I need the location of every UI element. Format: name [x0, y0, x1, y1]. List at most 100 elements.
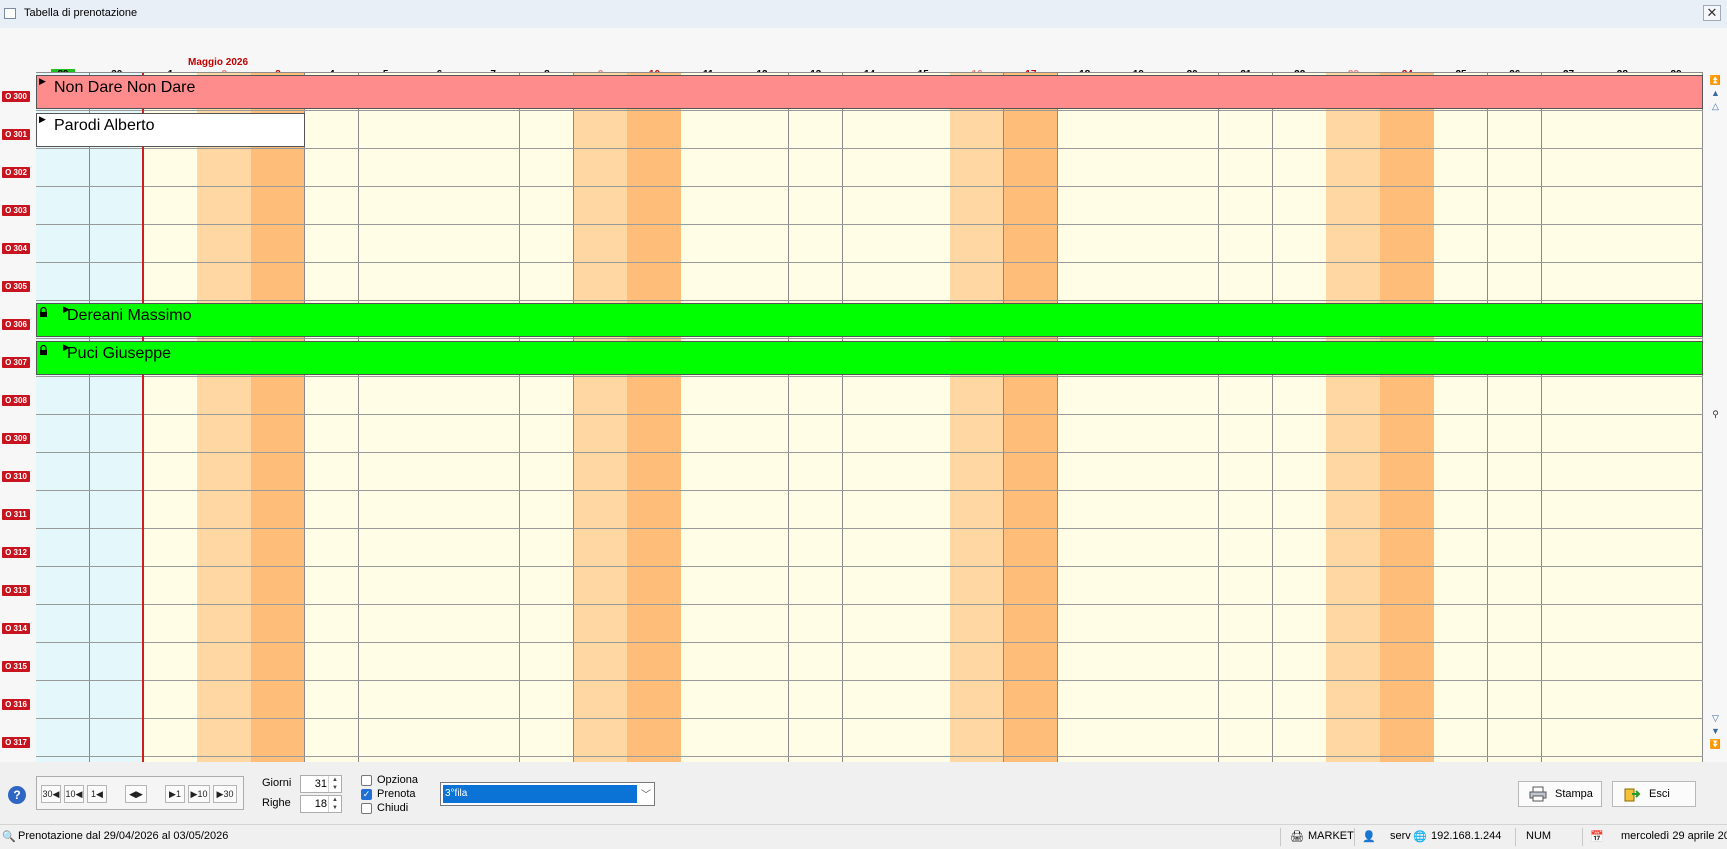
chiudi-label: Chiudi	[377, 802, 409, 814]
opziona-label: Opziona	[377, 774, 418, 786]
day-column[interactable]	[1595, 73, 1650, 762]
day-column[interactable]	[358, 73, 413, 762]
print-button[interactable]: Stampa	[1518, 781, 1602, 807]
day-column[interactable]	[1165, 73, 1220, 762]
row-filter-select[interactable]: 3°fila ﹀	[440, 782, 655, 806]
stepper-arrows-icon[interactable]: ▲ ▼	[328, 796, 341, 812]
help-icon[interactable]: ?	[8, 786, 26, 804]
back-10-days-button[interactable]: 10◀	[64, 785, 84, 803]
day-column[interactable]	[1326, 73, 1381, 762]
center-today-button[interactable]: ◀▶	[125, 785, 147, 803]
day-column[interactable]	[1380, 73, 1435, 762]
date-text: mercoledì 29 aprile 20	[1621, 830, 1727, 842]
room-label[interactable]: O 304	[2, 243, 30, 254]
status-separator	[1354, 828, 1355, 846]
day-column[interactable]	[681, 73, 736, 762]
forward-10-days-button[interactable]: ▶10	[188, 785, 210, 803]
room-label[interactable]: O 315	[2, 661, 30, 672]
forward-1-day-button[interactable]: ▶1	[165, 785, 185, 803]
status-separator	[1582, 828, 1583, 846]
day-column[interactable]	[627, 73, 682, 762]
chevron-down-icon[interactable]: ﹀	[641, 786, 651, 801]
day-column[interactable]	[896, 73, 951, 762]
scroll-top-icon[interactable]: ⏫	[1709, 74, 1722, 86]
room-label[interactable]: O 313	[2, 585, 30, 596]
day-column[interactable]	[466, 73, 521, 762]
forward-30-days-button[interactable]: ▶30	[213, 785, 237, 803]
day-column[interactable]	[1541, 73, 1596, 762]
current-date-line	[142, 73, 144, 762]
room-label[interactable]: O 300	[2, 91, 30, 102]
booking-bar[interactable]: ▶ Puci Giuseppe	[36, 341, 1703, 375]
booking-bar[interactable]: ▶ Parodi Alberto	[36, 113, 305, 147]
room-label[interactable]: O 314	[2, 623, 30, 634]
room-label[interactable]: O 303	[2, 205, 30, 216]
room-label[interactable]: O 311	[2, 509, 30, 520]
row-divider	[36, 110, 1703, 111]
day-column[interactable]	[1272, 73, 1327, 762]
day-column[interactable]	[519, 73, 575, 762]
day-column[interactable]	[1111, 73, 1166, 762]
day-column[interactable]	[143, 73, 198, 762]
window-title: Tabella di prenotazione	[24, 7, 138, 19]
day-column[interactable]	[842, 73, 897, 762]
room-label[interactable]: O 308	[2, 395, 30, 406]
day-column[interactable]	[197, 73, 252, 762]
giorni-stepper[interactable]: 31 ▲ ▼	[300, 775, 342, 793]
stepper-arrows-icon[interactable]: ▲ ▼	[328, 776, 341, 792]
day-column[interactable]	[304, 73, 360, 762]
righe-label: Righe	[262, 797, 291, 809]
scroll-page-down-icon[interactable]: ▼	[1709, 725, 1722, 737]
righe-stepper[interactable]: 18 ▲ ▼	[300, 795, 342, 813]
room-label[interactable]: O 302	[2, 167, 30, 178]
day-column[interactable]	[788, 73, 844, 762]
day-column[interactable]	[735, 73, 790, 762]
scroll-down-icon[interactable]: ▽	[1709, 712, 1722, 724]
opziona-checkbox[interactable]	[361, 775, 372, 786]
day-column[interactable]	[573, 73, 628, 762]
day-column[interactable]	[1218, 73, 1274, 762]
room-label[interactable]: O 305	[2, 281, 30, 292]
room-label[interactable]: O 306	[2, 319, 30, 330]
day-column[interactable]	[1434, 73, 1489, 762]
room-label[interactable]: O 317	[2, 737, 30, 748]
scroll-page-up-icon[interactable]: ▲	[1709, 87, 1722, 99]
scroll-bottom-icon[interactable]: ⏬	[1709, 738, 1722, 750]
room-label[interactable]: O 310	[2, 471, 30, 482]
binoculars-icon[interactable]: ⚲	[1709, 408, 1722, 420]
booking-bar[interactable]: ▶ Dereani Massimo	[36, 303, 1703, 337]
exit-icon	[1624, 788, 1641, 802]
day-column[interactable]	[412, 73, 467, 762]
user-icon: 👤	[1362, 831, 1376, 843]
booking-grid[interactable]: ▶ Non Dare Non Dare ▶ Parodi Alberto ▶ Derean…	[36, 72, 1703, 762]
day-column[interactable]	[950, 73, 1005, 762]
back-1-day-button[interactable]: 1◀	[87, 785, 107, 803]
day-column[interactable]	[36, 73, 91, 762]
room-label[interactable]: O 309	[2, 433, 30, 444]
status-separator	[1280, 828, 1281, 846]
prenota-checkbox[interactable]: ✓	[361, 789, 372, 800]
room-label[interactable]: O 307	[2, 357, 30, 368]
window-icon	[4, 8, 16, 19]
day-column[interactable]	[1057, 73, 1112, 762]
guest-name: Parodi Alberto	[54, 117, 155, 134]
close-button[interactable]: ✕	[1703, 5, 1721, 21]
day-column[interactable]	[1649, 73, 1703, 762]
room-label[interactable]: O 316	[2, 699, 30, 710]
calendar-icon: 📅	[1590, 831, 1604, 843]
exit-button[interactable]: Esci	[1612, 781, 1696, 807]
day-column[interactable]	[251, 73, 306, 762]
back-30-days-button[interactable]: 30◀	[41, 785, 61, 803]
row-divider	[36, 414, 1703, 415]
room-label[interactable]: O 312	[2, 547, 30, 558]
bottom-toolbar: ? 30◀ 10◀ 1◀ ◀▶ ▶1 ▶10 ▶30 Giorni 31 ▲ ▼ …	[0, 762, 1727, 824]
status-info-icon: 🔍	[2, 831, 16, 843]
scroll-up-icon[interactable]: △	[1709, 100, 1722, 112]
day-column[interactable]	[1487, 73, 1543, 762]
row-divider	[36, 262, 1703, 263]
chiudi-checkbox[interactable]	[361, 803, 372, 814]
day-column[interactable]	[89, 73, 145, 762]
booking-bar[interactable]: ▶ Non Dare Non Dare	[36, 75, 1703, 109]
room-label[interactable]: O 301	[2, 129, 30, 140]
day-column[interactable]	[1003, 73, 1059, 762]
